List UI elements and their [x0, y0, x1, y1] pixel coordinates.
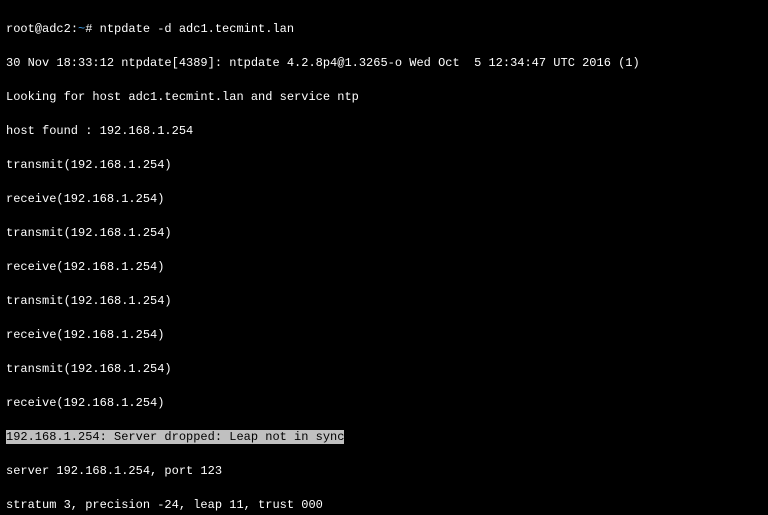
server-dropped-line: 192.168.1.254: Server dropped: Leap not …	[6, 429, 762, 446]
terminal[interactable]: root@adc2:~# ntpdate -d adc1.tecmint.lan…	[0, 0, 768, 515]
output-line: receive(192.168.1.254)	[6, 395, 762, 412]
output-line: transmit(192.168.1.254)	[6, 293, 762, 310]
output-line: transmit(192.168.1.254)	[6, 157, 762, 174]
prompt-line-1: root@adc2:~# ntpdate -d adc1.tecmint.lan	[6, 21, 762, 38]
output-line: receive(192.168.1.254)	[6, 327, 762, 344]
output-line: stratum 3, precision -24, leap 11, trust…	[6, 497, 762, 514]
command-text: ntpdate -d adc1.tecmint.lan	[100, 22, 294, 36]
output-line: 30 Nov 18:33:12 ntpdate[4389]: ntpdate 4…	[6, 55, 762, 72]
output-line: transmit(192.168.1.254)	[6, 225, 762, 242]
output-line: transmit(192.168.1.254)	[6, 361, 762, 378]
output-line: Looking for host adc1.tecmint.lan and se…	[6, 89, 762, 106]
output-line: receive(192.168.1.254)	[6, 191, 762, 208]
highlighted-text: 192.168.1.254: Server dropped: Leap not …	[6, 430, 344, 444]
output-line: receive(192.168.1.254)	[6, 259, 762, 276]
output-line: server 192.168.1.254, port 123	[6, 463, 762, 480]
output-line: host found : 192.168.1.254	[6, 123, 762, 140]
prompt-userhost: root@adc2	[6, 22, 71, 36]
